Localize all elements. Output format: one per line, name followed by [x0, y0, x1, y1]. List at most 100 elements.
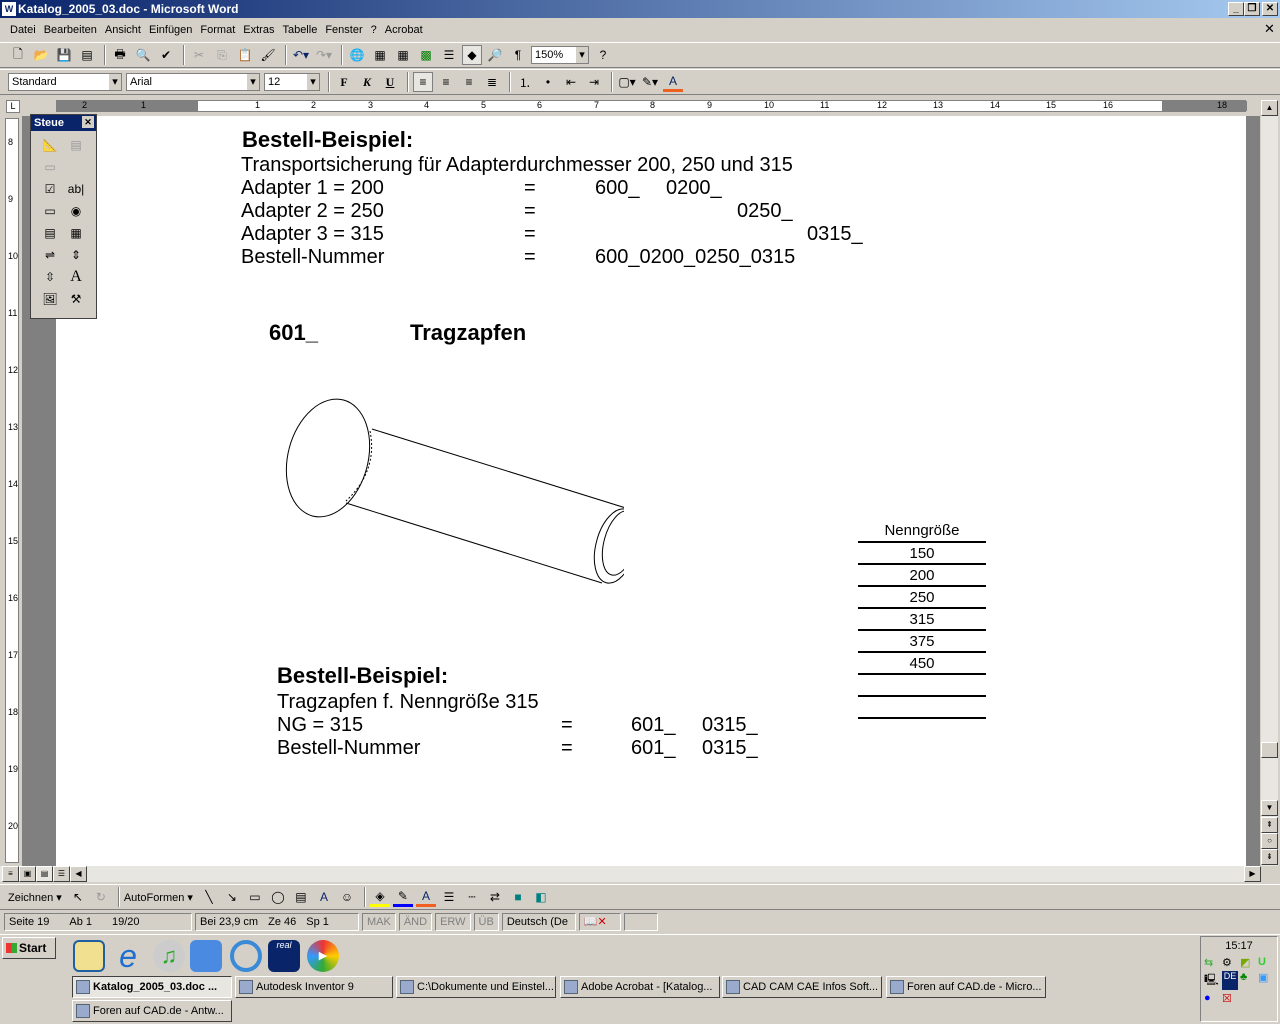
scroll-left-icon[interactable]: ◀ [70, 866, 87, 882]
format-painter-icon[interactable]: 🖌 [258, 45, 278, 65]
checkbox-icon[interactable]: ☑ [39, 179, 61, 199]
permission-icon[interactable]: ▤ [77, 45, 97, 65]
option-button-icon[interactable]: ◉ [65, 201, 87, 221]
outlook-express-icon[interactable] [190, 940, 222, 972]
browse-object-icon[interactable]: ○ [1261, 833, 1278, 849]
dash-style-icon[interactable]: ┄ [462, 887, 482, 907]
messenger-icon[interactable]: ● [1204, 992, 1220, 1005]
button-icon[interactable]: ▭ [39, 201, 61, 221]
view-code-icon[interactable]: ▭ [39, 157, 61, 177]
rotate-icon[interactable]: ↻ [91, 887, 111, 907]
font-color-icon[interactable]: A [415, 887, 436, 907]
track-changes-indicator[interactable]: ÄND [398, 913, 433, 931]
3d-icon[interactable]: ◧ [531, 887, 551, 907]
macro-recorder-indicator[interactable]: MAK [362, 913, 396, 931]
scrollbar-icon[interactable]: ⇳ [39, 267, 61, 287]
quicktime-icon[interactable] [230, 940, 262, 972]
justify-icon[interactable]: ≣ [482, 72, 502, 92]
normal-view-icon[interactable]: ≡ [2, 866, 19, 882]
font-select[interactable]: Arial [126, 73, 260, 91]
textbox-icon[interactable]: ▤ [291, 887, 311, 907]
save-icon[interactable]: 💾 [54, 45, 74, 65]
properties-icon[interactable]: ▤ [65, 135, 87, 155]
paste-icon[interactable]: 📋 [235, 45, 255, 65]
vertical-scrollbar[interactable]: ▲ ▼ ⇞ ○ ⇟ [1261, 100, 1278, 866]
document-page[interactable]: Bestell-Beispiel: Transportsicherung für… [56, 116, 1246, 866]
computer-icon[interactable]: 🖳 [1204, 971, 1220, 990]
scroll-right-icon[interactable]: ▶ [1244, 866, 1261, 882]
language-icon[interactable]: DE [1222, 971, 1238, 990]
minimize-button[interactable]: _ [1228, 2, 1244, 16]
show-formatting-icon[interactable]: ¶ [508, 45, 528, 65]
line-color-icon[interactable]: ✎ [392, 887, 413, 907]
update-icon[interactable]: U [1258, 956, 1274, 969]
toggle-button-icon[interactable]: ⇌ [39, 245, 61, 265]
notepad-icon[interactable] [73, 940, 105, 972]
task-acrobat[interactable]: Adobe Acrobat - [Katalog... [560, 976, 720, 998]
settings-icon[interactable]: ⚙ [1222, 956, 1238, 969]
extend-indicator[interactable]: ERW [435, 913, 471, 931]
numbering-icon[interactable]: ⒈ [515, 72, 535, 92]
nvidia-icon[interactable]: ◩ [1240, 956, 1256, 969]
start-button[interactable]: Start [2, 937, 56, 959]
document-map-icon[interactable]: 🔎 [485, 45, 505, 65]
border-icon[interactable]: ▢▾ [617, 72, 637, 92]
menu-ansicht[interactable]: Ansicht [105, 24, 141, 36]
arrow-style-icon[interactable]: ⇄ [485, 887, 505, 907]
zoom-select[interactable]: 150% [531, 46, 589, 64]
internet-explorer-icon[interactable]: e [112, 940, 144, 972]
task-inventor[interactable]: Autodesk Inventor 9 [235, 976, 393, 998]
tray-app-icon[interactable]: ♣ [1240, 971, 1256, 990]
outline-view-icon[interactable]: ☰ [53, 866, 70, 882]
menu-fenster[interactable]: Fenster [325, 24, 362, 36]
overtype-indicator[interactable]: ÜB [473, 913, 499, 931]
doc-close-icon[interactable]: ✕ [1264, 21, 1275, 37]
menu-datei[interactable]: Datei [10, 24, 36, 36]
task-word[interactable]: Katalog_2005_03.doc ... [72, 976, 232, 998]
print-preview-icon[interactable]: 🔍 [133, 45, 153, 65]
increase-indent-icon[interactable]: ⇥ [584, 72, 604, 92]
italic-button[interactable]: K [357, 72, 377, 92]
spelling-icon[interactable]: ✔ [156, 45, 176, 65]
close-button[interactable]: ✕ [1262, 2, 1278, 16]
task-ie-foren[interactable]: Foren auf CAD.de - Micro... [886, 976, 1046, 998]
restore-button[interactable]: ❐ [1244, 2, 1260, 16]
label-icon[interactable]: A [65, 267, 87, 287]
insert-table-icon[interactable]: ▦ [393, 45, 413, 65]
autoshapes-menu[interactable]: AutoFormen ▾ [124, 891, 193, 904]
horizontal-scrollbar[interactable]: ≡ ▣ ▤ ☰ ◀ ▶ [0, 866, 1261, 882]
columns-icon[interactable]: ☰ [439, 45, 459, 65]
media-player-icon[interactable]: ▶ [307, 940, 339, 972]
menu-extras[interactable]: Extras [243, 24, 274, 36]
textbox-icon[interactable]: ab| [65, 179, 87, 199]
control-toolbox[interactable]: Steue ✕ 📐 ▤ ▭ ☑ ab| ▭ ◉ ▤ ▦ ⇌ ⇕ ⇳ A 🖼 ⚒ [30, 114, 97, 319]
menu-help[interactable]: ? [371, 24, 377, 36]
print-icon[interactable]: 🖶 [110, 45, 130, 65]
web-view-icon[interactable]: ▣ [19, 866, 36, 882]
style-select[interactable]: Standard [8, 73, 122, 91]
tables-borders-icon[interactable]: ▦ [370, 45, 390, 65]
next-page-icon[interactable]: ⇟ [1261, 849, 1278, 865]
language-indicator[interactable]: Deutsch (De [501, 913, 576, 931]
help-icon[interactable]: ? [593, 45, 613, 65]
menu-tabelle[interactable]: Tabelle [282, 24, 317, 36]
shadow-icon[interactable]: ■ [508, 887, 528, 907]
image-icon[interactable]: 🖼 [39, 289, 61, 309]
open-icon[interactable]: 📂 [31, 45, 51, 65]
close-icon[interactable]: ✕ [82, 116, 94, 128]
scroll-up-icon[interactable]: ▲ [1261, 100, 1278, 116]
undo-icon[interactable]: ↶▾ [291, 45, 311, 65]
menu-format[interactable]: Format [200, 24, 235, 36]
oval-icon[interactable]: ◯ [268, 887, 288, 907]
copy-icon[interactable]: ⎘ [212, 45, 232, 65]
redo-icon[interactable]: ↷▾ [314, 45, 334, 65]
combobox-icon[interactable]: ▦ [65, 223, 87, 243]
ruler-scale[interactable]: 2 1 1 2 3 4 5 6 7 8 9 10 11 12 13 14 15 16 18 [56, 100, 1247, 112]
align-left-icon[interactable]: ≡ [413, 72, 433, 92]
font-size-select[interactable]: 12 [264, 73, 320, 91]
highlight-icon[interactable]: ✎▾ [640, 72, 660, 92]
design-mode-icon[interactable]: 📐 [39, 135, 61, 155]
align-right-icon[interactable]: ≡ [459, 72, 479, 92]
menu-einfuegen[interactable]: Einfügen [149, 24, 192, 36]
select-objects-icon[interactable]: ↖ [68, 887, 88, 907]
